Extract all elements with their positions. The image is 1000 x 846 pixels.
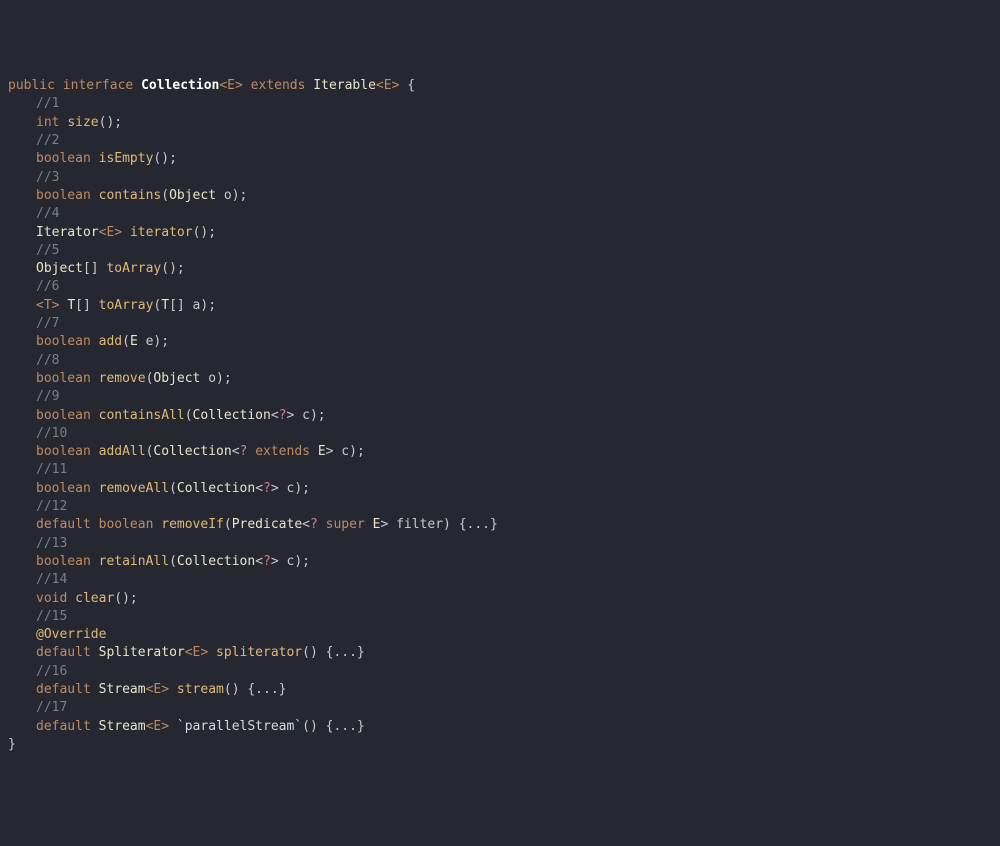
code-line: //5 bbox=[8, 242, 992, 260]
code-line: //13 bbox=[8, 535, 992, 553]
code-line: Object[] toArray(); bbox=[8, 260, 992, 278]
code-line: default Stream<E> stream() {...} bbox=[8, 681, 992, 699]
code-line: void clear(); bbox=[8, 590, 992, 608]
code-line: default Spliterator<E> spliterator() {..… bbox=[8, 644, 992, 662]
code-line: boolean addAll(Collection<? extends E> c… bbox=[8, 443, 992, 461]
code-block: public interface Collection<E> extends I… bbox=[8, 77, 992, 754]
code-line: boolean containsAll(Collection<?> c); bbox=[8, 407, 992, 425]
code-line: boolean retainAll(Collection<?> c); bbox=[8, 553, 992, 571]
code-line: //10 bbox=[8, 425, 992, 443]
code-line: //7 bbox=[8, 315, 992, 333]
code-line: //16 bbox=[8, 663, 992, 681]
code-line: //17 bbox=[8, 699, 992, 717]
code-line: default Stream<E> `parallelStream`() {..… bbox=[8, 718, 992, 736]
code-line: //9 bbox=[8, 388, 992, 406]
code-line: //11 bbox=[8, 461, 992, 479]
code-line: boolean removeAll(Collection<?> c); bbox=[8, 480, 992, 498]
code-line: //6 bbox=[8, 278, 992, 296]
code-line: boolean contains(Object o); bbox=[8, 187, 992, 205]
code-line: default boolean removeIf(Predicate<? sup… bbox=[8, 516, 992, 534]
code-line: boolean add(E e); bbox=[8, 333, 992, 351]
code-line: //8 bbox=[8, 352, 992, 370]
code-line: //12 bbox=[8, 498, 992, 516]
code-line: //1 bbox=[8, 95, 992, 113]
code-line: Iterator<E> iterator(); bbox=[8, 224, 992, 242]
code-line: public interface Collection<E> extends I… bbox=[8, 77, 992, 95]
code-line: //2 bbox=[8, 132, 992, 150]
code-line: //3 bbox=[8, 169, 992, 187]
code-line: int size(); bbox=[8, 114, 992, 132]
code-line: } bbox=[8, 736, 992, 754]
code-line: <T> T[] toArray(T[] a); bbox=[8, 297, 992, 315]
code-line: //14 bbox=[8, 571, 992, 589]
code-line: boolean isEmpty(); bbox=[8, 150, 992, 168]
code-line: //15 bbox=[8, 608, 992, 626]
code-line: //4 bbox=[8, 205, 992, 223]
code-line: @Override bbox=[8, 626, 992, 644]
code-line: boolean remove(Object o); bbox=[8, 370, 992, 388]
